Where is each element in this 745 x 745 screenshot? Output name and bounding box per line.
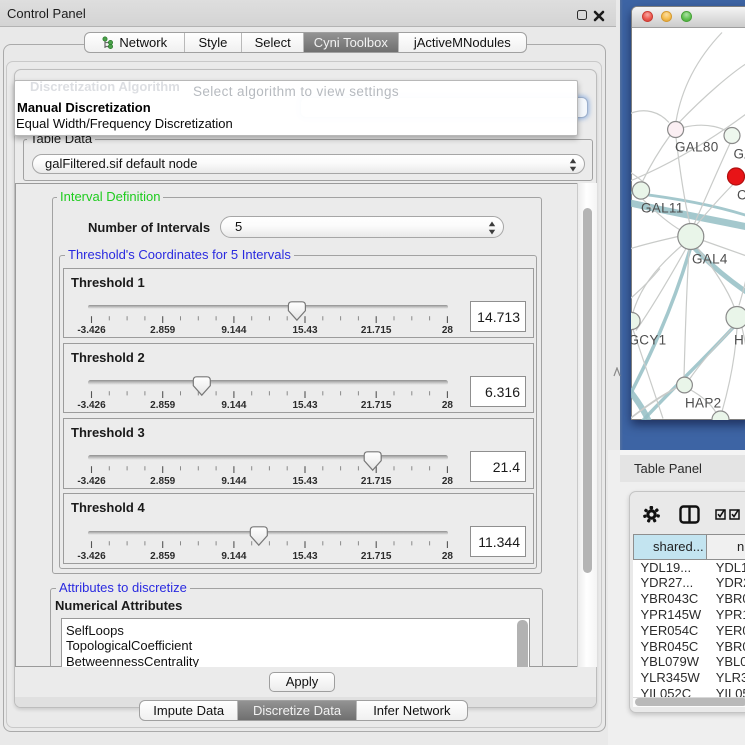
svg-text:GAL4: GAL4 bbox=[692, 251, 728, 266]
svg-text:H: H bbox=[734, 332, 744, 347]
svg-text:GA: GA bbox=[734, 146, 745, 161]
svg-text:HAP2: HAP2 bbox=[685, 395, 721, 410]
svg-text:C: C bbox=[737, 187, 745, 202]
svg-text:GCY1: GCY1 bbox=[631, 332, 666, 347]
svg-text:GAL11: GAL11 bbox=[641, 200, 684, 215]
svg-text:GAL80: GAL80 bbox=[675, 139, 719, 154]
